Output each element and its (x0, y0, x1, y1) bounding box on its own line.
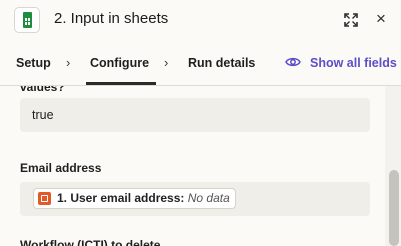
show-all-fields-label: Show all fields (310, 56, 397, 70)
close-icon[interactable]: × (372, 10, 390, 28)
field-value: true (32, 108, 54, 122)
expand-icon[interactable] (343, 12, 359, 28)
boolean-field-input[interactable]: true (20, 98, 370, 132)
next-field-label: Workflow (ICTI) to delete (20, 238, 161, 246)
step-header: 2. Input in sheets × (0, 0, 401, 42)
configure-form: values? true Email address 1. User email… (0, 86, 401, 246)
google-sheets-icon (14, 7, 40, 33)
step-tabs: Setup › Configure › Run details Show all… (0, 42, 401, 86)
mapped-variable-pill[interactable]: 1. User email address: No data (33, 188, 236, 209)
email-address-label: Email address (20, 161, 102, 175)
pill-variable-name: 1. User email address: (57, 191, 185, 205)
active-tab-indicator (86, 82, 156, 85)
tab-run-details[interactable]: Run details (188, 56, 255, 70)
pill-variable-value: No data (187, 191, 230, 205)
tab-configure[interactable]: Configure (90, 56, 149, 70)
email-address-field[interactable]: 1. User email address: No data (20, 182, 370, 216)
field-label: values? (20, 86, 65, 94)
scrollbar-thumb[interactable] (389, 170, 399, 246)
trigger-step-icon (38, 192, 51, 205)
tab-setup[interactable]: Setup (16, 56, 51, 70)
eye-icon (285, 57, 301, 67)
sheet-glyph (23, 12, 32, 28)
chevron-right-icon: › (164, 55, 169, 70)
chevron-right-icon: › (66, 55, 71, 70)
step-title: 2. Input in sheets (54, 10, 169, 27)
